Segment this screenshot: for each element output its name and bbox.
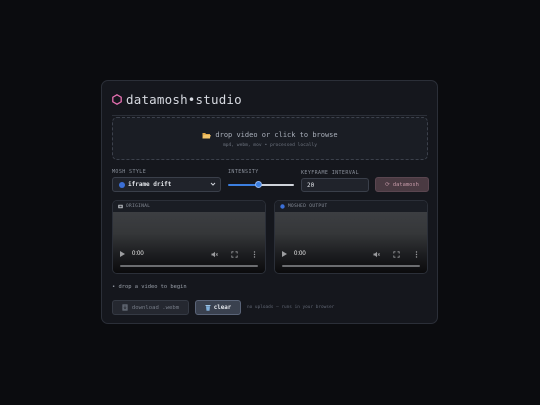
panel-label: MOSHED OUTPUT	[288, 204, 328, 209]
app-card: datamosh•studio drop video or click to b…	[101, 80, 438, 324]
app-title: datamosh•studio	[126, 91, 242, 107]
download-webm-button[interactable]: download .webm	[112, 300, 189, 315]
film-icon	[118, 204, 123, 209]
video-time: 0:00	[132, 251, 144, 257]
chevron-down-icon	[210, 182, 216, 186]
folder-open-icon	[202, 132, 212, 138]
clear-button[interactable]: clear	[195, 300, 241, 315]
clear-label: clear	[213, 304, 232, 311]
panel-label: ORIGINAL	[126, 204, 151, 209]
download-label: download .webm	[131, 304, 180, 311]
blue-circle-icon	[119, 181, 125, 188]
moshed-video-player[interactable]: 0:00	[275, 212, 427, 273]
video-time: 0:00	[294, 251, 306, 257]
mute-icon[interactable]	[373, 251, 380, 258]
trash-icon	[205, 305, 211, 311]
play-icon[interactable]	[282, 251, 287, 257]
mosh-style-select[interactable]: iframe drift	[112, 177, 221, 192]
more-options-icon[interactable]	[413, 250, 420, 258]
datamosh-button[interactable]: ⟳ datamosh	[375, 177, 429, 192]
video-progress-bar[interactable]	[282, 265, 420, 267]
intensity-slider[interactable]	[228, 181, 294, 188]
keyframe-interval-label: KEYFRAME INTERVAL	[301, 170, 359, 176]
more-options-icon[interactable]	[251, 250, 258, 258]
original-video-player[interactable]: 0:00	[113, 212, 265, 273]
privacy-note: no uploads — runs in your browser	[247, 305, 335, 310]
mosh-style-label: MOSH STYLE	[112, 169, 147, 175]
mute-icon[interactable]	[211, 251, 218, 258]
play-icon[interactable]	[120, 251, 125, 257]
download-icon	[122, 304, 128, 311]
hexagon-icon	[112, 93, 122, 105]
dropzone-text: drop video or click to browse	[215, 131, 338, 139]
blue-circle-icon	[280, 204, 285, 209]
video-progress-bar[interactable]	[120, 265, 258, 267]
moshed-video-panel: MOSHED OUTPUT 0:00	[274, 200, 428, 274]
app-header: datamosh•studio	[112, 90, 427, 116]
fullscreen-icon[interactable]	[231, 250, 238, 258]
video-dropzone[interactable]: drop video or click to browse mp4, webm,…	[112, 117, 428, 160]
intensity-label: INTENSITY	[228, 169, 259, 175]
fullscreen-icon[interactable]	[393, 250, 400, 258]
dropzone-subtext: mp4, webm, mov • processed locally	[222, 143, 318, 148]
original-video-panel: ORIGINAL 0:00	[112, 200, 266, 274]
mosh-style-value: iframe drift	[128, 181, 172, 188]
slider-thumb[interactable]	[254, 181, 262, 188]
status-text: • drop a video to begin	[112, 284, 187, 290]
keyframe-interval-input[interactable]	[301, 178, 369, 192]
